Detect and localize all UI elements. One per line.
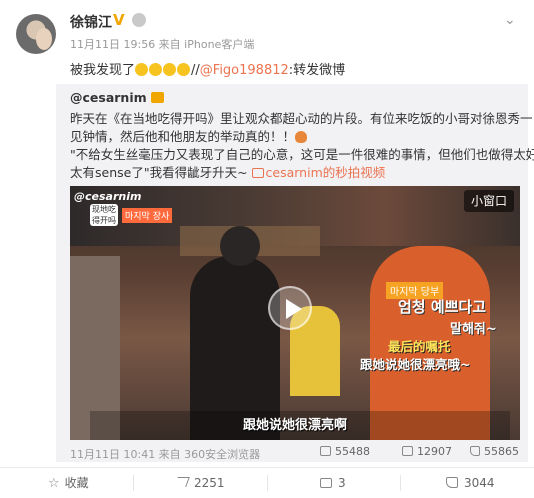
post-text-mid: // [191,63,200,78]
mention-link[interactable]: @Figo198812 [200,63,289,78]
repost-line-1: 昨天在《在当地吃得开吗》里让观众都超心动的片段。有位来吃饭的小哥对徐恩秀一 [70,111,533,126]
action-divider [0,467,534,468]
comment-count: 3 [338,476,346,490]
favorite-button[interactable]: ☆ 收藏 [48,474,89,492]
video-link[interactable]: cesarnim的秒拍视频 [251,165,386,180]
play-icon[interactable] [268,286,312,330]
video-caption-kr-2: 말해줘~ [450,322,497,337]
repost-like-count[interactable]: 55865 [470,445,519,458]
repost-share-count[interactable]: 55488 [320,445,370,458]
video-caption-zh-2: 跟她说她很漂亮哦~ [360,357,471,372]
weibo-card: 徐锦江 V 11月11日 19:56 来自 iPhone客户端 ⌄ 被我发现了 /… [0,0,534,498]
repost-meta: 11月11日 10:41 来自 360安全浏览器 [70,448,261,461]
action-separator [400,475,401,491]
repost-comment-count[interactable]: 12907 [402,445,452,458]
video-watermark-tag: 마지막 장사 [122,208,173,223]
action-separator [133,475,134,491]
post-text-after: :转发微博 [288,63,346,78]
comment-icon [402,446,413,456]
share-icon [174,477,190,487]
mini-window-button[interactable]: 小窗口 [464,190,514,212]
repost-line-2-text: 见钟情，然后他和他朋友的举动真的！！ [70,129,296,144]
comment-button[interactable]: 3 [320,474,346,492]
emoji-icon [135,63,149,76]
emoji-icon [149,63,163,76]
like-count: 3044 [464,476,495,490]
video-link-label: cesarnim的秒拍视频 [265,165,386,180]
repost-line-4: 太有sense了"我看得龇牙升天~ cesarnim的秒拍视频 [70,162,385,181]
tag-icon [150,92,164,103]
user-avatar-icon[interactable] [16,14,56,54]
video-player[interactable]: @cesarnim 现地吃得开吗 마지막 장사 小窗口 마지막 당부 엄청 예쁘… [70,186,520,440]
repost-line-2: 见钟情，然后他和他朋友的举动真的！！ [70,126,308,145]
video-watermark-badge: 现地吃得开吗 [90,204,118,226]
repost-line-3: "不给女生丝毫压力又表现了自己的心意，这可是一件很难的事情，但他们也做得太好 [70,147,534,162]
post-text-before: 被我发现了 [70,63,136,78]
video-caption-kr-1: 엄청 예쁘다고 [398,298,487,316]
repost-comment-value: 12907 [417,445,452,458]
repost-block: @cesarnim 昨天在《在当地吃得开吗》里让观众都超心动的片段。有位来吃饭的… [56,84,534,462]
verified-icon: V [113,11,125,29]
post-text: 被我发现了 //@Figo198812:转发微博 [70,59,345,78]
author-name[interactable]: 徐锦江 [70,12,112,32]
like-button[interactable]: 3044 [446,474,495,492]
fire-icon [295,131,308,143]
post-meta: 11月11日 19:56 来自 iPhone客户端 [70,38,255,51]
share-icon [320,446,331,456]
video-caption-zh-1: 最后的嘱托 [388,339,451,354]
repost-like-value: 55865 [484,445,519,458]
repost-line-4-text: 太有sense了"我看得龇牙升天~ [70,165,252,180]
comment-icon [320,478,332,488]
video-icon [251,168,264,178]
action-separator [267,475,268,491]
like-icon [446,477,458,488]
emoji-icon [177,63,191,76]
emoji-icon [163,63,177,76]
video-person-head [220,226,260,266]
chevron-down-icon[interactable]: ⌄ [504,12,516,28]
star-icon: ☆ [48,476,60,491]
repost-user[interactable]: @cesarnim [70,90,147,105]
vip-icon[interactable] [132,13,146,27]
repost-share-value: 55488 [335,445,370,458]
share-button[interactable]: 2251 [174,474,225,492]
repost-user-line: @cesarnim [70,90,164,105]
share-count: 2251 [194,476,225,490]
video-watermark: @cesarnim [74,190,142,203]
like-icon [470,446,480,456]
video-subtitle: 跟她说她很漂亮啊 [242,418,347,433]
favorite-label: 收藏 [64,476,89,490]
